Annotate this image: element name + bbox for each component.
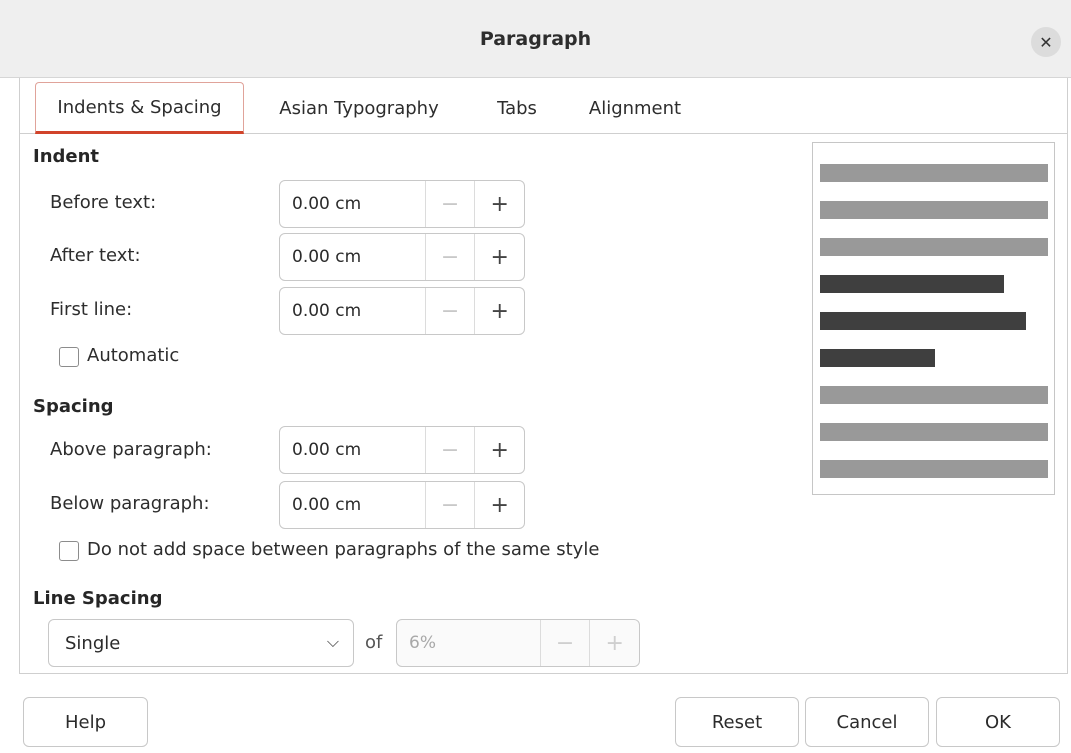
cancel-button[interactable]: Cancel	[805, 697, 929, 747]
tab-label: Indents & Spacing	[57, 96, 222, 118]
minus-icon: −	[440, 437, 460, 463]
first-line-spinbox: 0.00 cm − +	[279, 287, 525, 335]
ok-button-label: OK	[985, 711, 1011, 733]
tab-label: Alignment	[588, 97, 682, 119]
after-text-label: After text:	[50, 245, 141, 266]
cancel-button-label: Cancel	[836, 711, 898, 733]
line-spacing-of-spinbox: 6% − +	[396, 619, 640, 667]
before-text-decrement-button[interactable]: −	[424, 181, 475, 227]
chevron-down-icon: ⌵	[326, 632, 339, 651]
minus-icon: −	[440, 492, 460, 518]
tab-indents-spacing[interactable]: Indents & Spacing	[35, 82, 244, 134]
line-spacing-increment-button[interactable]: +	[589, 620, 639, 666]
line-spacing-heading: Line Spacing	[33, 588, 163, 609]
automatic-label: Automatic	[87, 345, 180, 366]
minus-icon: −	[555, 630, 575, 656]
close-icon: ✕	[1039, 32, 1053, 52]
help-button-label: Help	[64, 711, 107, 733]
above-paragraph-spinbox: 0.00 cm − +	[279, 426, 525, 474]
after-text-input[interactable]: 0.00 cm	[280, 234, 425, 280]
first-line-increment-button[interactable]: +	[474, 288, 524, 334]
above-paragraph-increment-button[interactable]: +	[474, 427, 524, 473]
first-line-input[interactable]: 0.00 cm	[280, 288, 425, 334]
tab-alignment[interactable]: Alignment	[575, 82, 695, 134]
minus-icon: −	[440, 298, 460, 324]
preview-line	[820, 201, 1048, 219]
minus-icon: −	[440, 244, 460, 270]
plus-icon: +	[490, 244, 509, 270]
tab-asian-typography[interactable]: Asian Typography	[259, 82, 459, 134]
line-spacing-value: Single	[65, 632, 121, 654]
line-spacing-of-input[interactable]: 6%	[397, 620, 540, 666]
after-text-increment-button[interactable]: +	[474, 234, 524, 280]
plus-icon: +	[490, 298, 509, 324]
paragraph-preview	[812, 142, 1055, 495]
before-text-spinbox: 0.00 cm − +	[279, 180, 525, 228]
preview-line	[820, 386, 1048, 404]
below-paragraph-increment-button[interactable]: +	[474, 482, 524, 528]
line-spacing-select[interactable]: Single ⌵	[48, 619, 354, 667]
before-text-input[interactable]: 0.00 cm	[280, 181, 425, 227]
line-spacing-decrement-button[interactable]: −	[539, 620, 590, 666]
dialog-titlebar: Paragraph ✕	[0, 0, 1071, 78]
close-button[interactable]: ✕	[1031, 27, 1061, 57]
help-button[interactable]: Help	[23, 697, 148, 747]
reset-button[interactable]: Reset	[675, 697, 799, 747]
before-text-increment-button[interactable]: +	[474, 181, 524, 227]
preview-line-current	[820, 349, 935, 367]
above-paragraph-decrement-button[interactable]: −	[424, 427, 475, 473]
after-text-decrement-button[interactable]: −	[424, 234, 475, 280]
indent-heading: Indent	[33, 146, 100, 167]
minus-icon: −	[440, 191, 460, 217]
preview-line-current	[820, 275, 1004, 293]
plus-icon: +	[605, 630, 624, 656]
preview-line	[820, 238, 1048, 256]
below-paragraph-spinbox: 0.00 cm − +	[279, 481, 525, 529]
above-paragraph-input[interactable]: 0.00 cm	[280, 427, 425, 473]
tab-bar: Indents & Spacing Asian Typography Tabs …	[19, 78, 1068, 134]
preview-line-current	[820, 312, 1026, 330]
preview-line	[820, 460, 1048, 478]
preview-line	[820, 164, 1048, 182]
above-paragraph-label: Above paragraph:	[50, 439, 212, 460]
plus-icon: +	[490, 437, 509, 463]
after-text-spinbox: 0.00 cm − +	[279, 233, 525, 281]
plus-icon: +	[490, 492, 509, 518]
below-paragraph-label: Below paragraph:	[50, 493, 210, 514]
no-space-same-style-checkbox[interactable]	[59, 541, 79, 561]
tab-label: Asian Typography	[279, 97, 439, 119]
below-paragraph-input[interactable]: 0.00 cm	[280, 482, 425, 528]
tab-tabs[interactable]: Tabs	[482, 82, 552, 134]
spacing-heading: Spacing	[33, 396, 114, 417]
first-line-decrement-button[interactable]: −	[424, 288, 475, 334]
automatic-checkbox[interactable]	[59, 347, 79, 367]
preview-line	[820, 423, 1048, 441]
ok-button[interactable]: OK	[936, 697, 1060, 747]
before-text-label: Before text:	[50, 192, 157, 213]
tab-label: Tabs	[497, 97, 537, 119]
no-space-same-style-label: Do not add space between paragraphs of t…	[87, 539, 600, 560]
of-label: of	[365, 632, 383, 653]
reset-button-label: Reset	[711, 711, 763, 733]
dialog-title: Paragraph	[479, 28, 592, 50]
first-line-label: First line:	[50, 299, 133, 320]
below-paragraph-decrement-button[interactable]: −	[424, 482, 475, 528]
plus-icon: +	[490, 191, 509, 217]
